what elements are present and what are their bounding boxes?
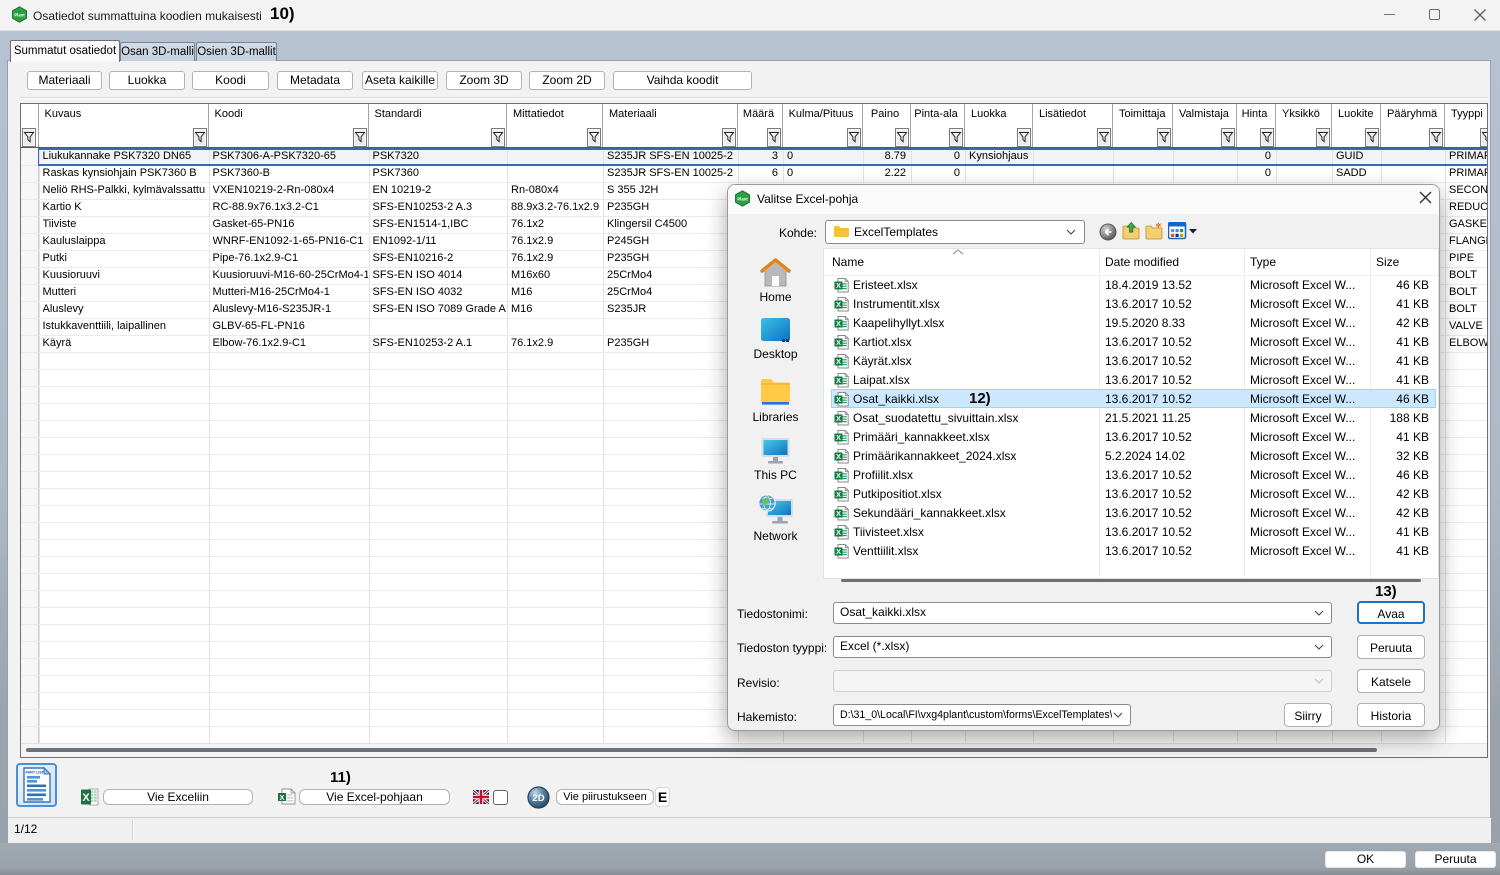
svg-text:X: X (836, 319, 841, 328)
svg-text:X: X (836, 471, 841, 480)
svg-text:X: X (82, 792, 90, 804)
svg-text:X: X (836, 300, 841, 309)
svg-text:X: X (836, 490, 841, 499)
svg-text:X: X (836, 281, 841, 290)
svg-text:Plant: Plant (14, 13, 25, 18)
svg-text:X: X (836, 452, 841, 461)
svg-text:2D: 2D (532, 793, 544, 804)
svg-text:Plant: Plant (737, 197, 748, 202)
svg-text:X: X (836, 528, 841, 537)
svg-text:X: X (836, 395, 841, 404)
svg-text:X: X (836, 357, 841, 366)
svg-text:X: X (836, 338, 841, 347)
svg-text:X: X (836, 433, 841, 442)
svg-text:X: X (836, 414, 841, 423)
svg-text:X: X (836, 547, 841, 556)
svg-text:X: X (279, 793, 284, 802)
svg-text:X: X (836, 509, 841, 518)
svg-text:X: X (836, 376, 841, 385)
svg-text:PART LIST: PART LIST (26, 771, 45, 775)
